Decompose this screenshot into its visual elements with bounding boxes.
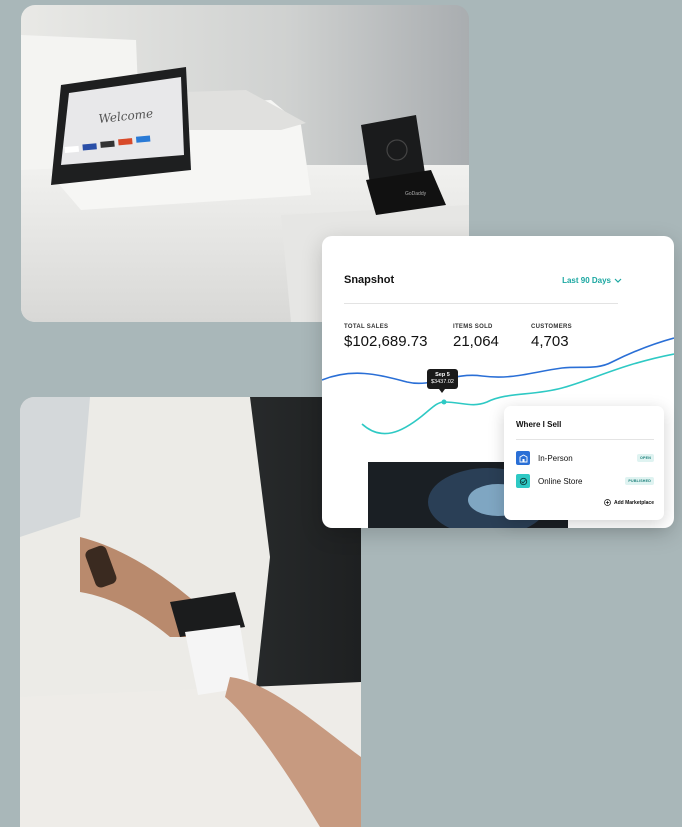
stat-label: ITEMS SOLD xyxy=(453,324,493,330)
add-marketplace-button[interactable]: Add Marketplace xyxy=(604,499,654,506)
channel-label: Online Store xyxy=(538,476,583,486)
card-payment-photo xyxy=(20,397,361,827)
online-store-icon xyxy=(516,474,530,488)
series-line-primary xyxy=(322,337,674,385)
tooltip-date: Sep 5 xyxy=(435,372,450,378)
stat-label: CUSTOMERS xyxy=(531,324,572,330)
store-icon xyxy=(516,451,530,465)
snapshot-divider xyxy=(344,303,618,304)
where-i-sell-divider xyxy=(516,439,654,440)
where-i-sell-card: Where I Sell In-Person OPEN Online Store… xyxy=(504,406,664,520)
channel-online-store[interactable]: Online Store PUBLISHED xyxy=(516,473,654,489)
channel-label: In-Person xyxy=(538,453,573,463)
status-badge: OPEN xyxy=(637,454,654,462)
chart-tooltip: Sep 5 $3437.02 xyxy=(427,369,458,393)
snapshot-title: Snapshot xyxy=(344,274,395,286)
plus-circle-icon xyxy=(604,499,611,506)
channel-in-person[interactable]: In-Person OPEN xyxy=(516,450,654,466)
where-i-sell-title: Where I Sell xyxy=(516,420,562,429)
status-badge: PUBLISHED xyxy=(625,477,654,485)
date-range-dropdown[interactable]: Last 90 Days xyxy=(562,276,622,285)
reader-brand-text: GoDaddy xyxy=(405,191,427,197)
chart-highlight-point xyxy=(441,399,447,405)
chevron-down-icon xyxy=(614,278,622,283)
tooltip-amount: $3437.02 xyxy=(431,379,454,385)
stat-label: TOTAL SALES xyxy=(344,324,389,330)
add-marketplace-label: Add Marketplace xyxy=(613,499,654,506)
date-range-label: Last 90 Days xyxy=(562,276,611,285)
